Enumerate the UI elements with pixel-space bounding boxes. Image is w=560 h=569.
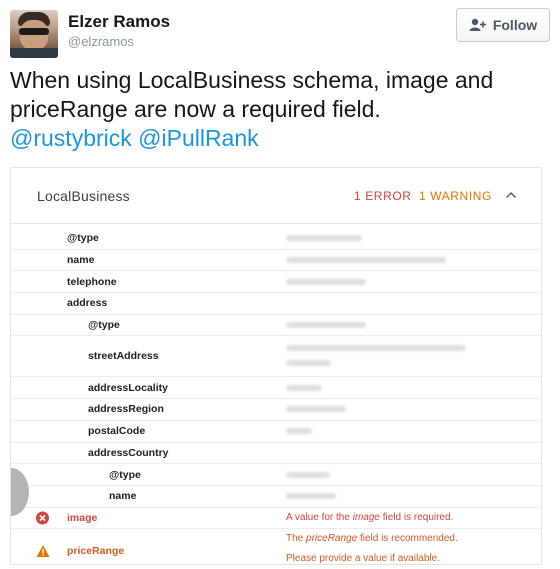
chevron-up-icon[interactable]: [505, 190, 517, 200]
property-name: postalCode: [88, 425, 146, 438]
card-title: LocalBusiness: [37, 188, 130, 204]
table-row: @type: [11, 464, 541, 486]
property-name: address: [67, 297, 108, 310]
property-name: @type: [67, 232, 99, 245]
card-header[interactable]: LocalBusiness 1 ERROR 1 WARNING: [11, 168, 541, 224]
error-count: 1 ERROR: [354, 189, 412, 203]
tweet-text-line: priceRange are now a required field.: [10, 96, 381, 122]
error-icon: [36, 511, 49, 525]
table-row: name: [11, 250, 541, 272]
redacted-value: [286, 257, 446, 264]
tweet-mentions: @rustybrick @iPullRank: [10, 124, 550, 153]
property-name: streetAddress: [88, 350, 159, 363]
table-row: address: [11, 293, 541, 315]
follow-user-icon: [469, 18, 486, 31]
property-name: addressCountry: [88, 446, 169, 459]
property-name: addressLocality: [88, 381, 168, 394]
structured-data-card: LocalBusiness 1 ERROR 1 WARNING @type na…: [10, 167, 542, 565]
author-name[interactable]: Elzer Ramos: [68, 12, 170, 32]
property-name: name: [67, 254, 95, 267]
avatar[interactable]: [10, 10, 58, 58]
table-row: postalCode: [11, 421, 541, 443]
redacted-value: [286, 345, 466, 367]
mention-link[interactable]: @rustybrick: [10, 125, 132, 151]
table-row: telephone: [11, 271, 541, 294]
redacted-value: [286, 471, 330, 478]
error-property-name: image: [67, 511, 98, 524]
property-table: @type name telephone address @type stree…: [11, 228, 541, 565]
property-name: addressRegion: [88, 403, 164, 416]
table-row: name: [11, 486, 541, 508]
table-row: addressLocality: [11, 377, 541, 400]
warning-icon: [36, 545, 50, 558]
table-row: @type: [11, 228, 541, 250]
tweet-header: Elzer Ramos @elzramos Follow: [10, 8, 550, 58]
table-row: addressRegion: [11, 399, 541, 421]
warning-message: The priceRange field is recommended. Ple…: [286, 533, 458, 565]
author-handle[interactable]: @elzramos: [68, 34, 134, 49]
follow-button[interactable]: Follow: [456, 8, 550, 42]
tweet-text: When using LocalBusiness schema, image a…: [10, 66, 550, 153]
property-name: name: [109, 490, 137, 503]
property-name: @type: [88, 319, 120, 332]
table-row: @type: [11, 315, 541, 337]
table-row: addressCountry: [11, 443, 541, 465]
warning-count: 1 WARNING: [419, 189, 492, 203]
redacted-value: [286, 384, 322, 391]
redacted-value: [286, 235, 362, 242]
property-name: telephone: [67, 275, 117, 288]
mention-link[interactable]: @iPullRank: [138, 125, 259, 151]
table-row: streetAddress: [11, 336, 541, 378]
redacted-value: [286, 406, 346, 413]
redacted-value: [286, 322, 366, 329]
warning-row[interactable]: priceRange The priceRange field is recom…: [11, 529, 541, 565]
error-row[interactable]: image A value for the image field is req…: [11, 508, 541, 530]
follow-label: Follow: [492, 17, 538, 33]
property-name: @type: [109, 468, 141, 481]
redacted-value: [286, 493, 336, 500]
warning-property-name: priceRange: [67, 545, 125, 558]
redacted-value: [286, 278, 366, 285]
tweet-text-line: When using LocalBusiness schema, image a…: [10, 67, 494, 93]
error-message: A value for the image field is required.: [286, 511, 454, 523]
redacted-value: [286, 428, 312, 435]
